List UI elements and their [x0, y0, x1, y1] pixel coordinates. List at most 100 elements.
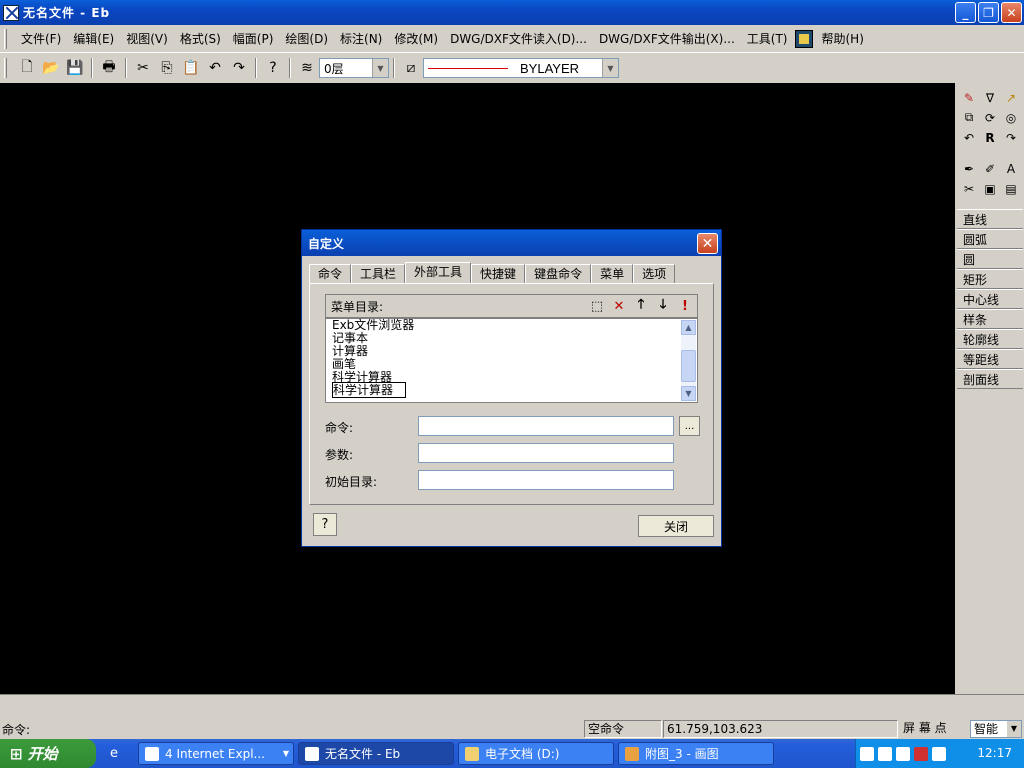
cmd-line[interactable]: 直线: [957, 209, 1023, 229]
dialog-title-bar[interactable]: 自定义: [302, 230, 721, 256]
start-button[interactable]: ⊞ 开始: [0, 739, 96, 768]
tab-shortcuts[interactable]: 快捷键: [471, 264, 526, 283]
print-icon[interactable]: 🖶: [98, 57, 120, 79]
params-field[interactable]: [418, 443, 674, 463]
cmd-offset[interactable]: 等距线: [957, 349, 1023, 369]
exclamation-icon[interactable]: !: [677, 298, 693, 314]
tab-toolbars[interactable]: 工具栏: [351, 264, 406, 283]
cmd-rectangle[interactable]: 矩形: [957, 269, 1023, 289]
command-field[interactable]: [418, 416, 674, 436]
chevron-down-icon[interactable]: ▼: [372, 59, 388, 77]
list-scrollbar[interactable]: ▲ ▼: [681, 320, 696, 401]
menu-modify[interactable]: 修改(M): [388, 28, 444, 50]
network-icon[interactable]: [878, 746, 892, 761]
text-icon[interactable]: A: [1001, 159, 1021, 178]
task-paint[interactable]: 附图_3 - 画图: [618, 742, 774, 765]
command-prompt[interactable]: 命令:: [2, 721, 30, 738]
paste-icon[interactable]: 📋: [180, 57, 202, 79]
cmd-arc[interactable]: 圆弧: [957, 229, 1023, 249]
cmd-centerline[interactable]: 中心线: [957, 289, 1023, 309]
task-explorer-folder[interactable]: 电子文档 (D:): [458, 742, 614, 765]
close-window-button[interactable]: ✕: [1001, 2, 1022, 23]
arrow-icon[interactable]: ↗: [1001, 88, 1021, 107]
ie-quicklaunch-icon[interactable]: e: [104, 744, 124, 764]
pen-icon[interactable]: ✒: [959, 159, 979, 178]
dialog-close-button[interactable]: ✕: [697, 233, 718, 254]
menu-file[interactable]: 文件(F): [15, 28, 67, 50]
minimize-button[interactable]: _: [955, 2, 976, 23]
volume-icon[interactable]: [896, 746, 910, 761]
layer-select[interactable]: 0层 ▼: [319, 58, 389, 78]
fillet-icon[interactable]: ∇: [980, 88, 1000, 107]
menu-dimension[interactable]: 标注(N): [334, 28, 388, 50]
chevron-down-icon[interactable]: ▼: [1007, 721, 1021, 737]
attach-icon[interactable]: ▤: [1001, 179, 1021, 198]
rotate-icon[interactable]: ⟳: [980, 108, 1000, 127]
menu-draw[interactable]: 绘图(D): [279, 28, 334, 50]
menu-dwg-import[interactable]: DWG/DXF文件读入(D)...: [444, 28, 593, 50]
browse-button[interactable]: ...: [679, 416, 700, 436]
new-item-icon[interactable]: ⬚: [589, 298, 605, 314]
linetype-icon[interactable]: ⧄: [400, 57, 422, 79]
cmd-contour[interactable]: 轮廓线: [957, 329, 1023, 349]
menu-edit[interactable]: 编辑(E): [67, 28, 120, 50]
r-icon[interactable]: R: [980, 128, 1000, 147]
list-item[interactable]: 计算器: [326, 345, 697, 358]
scroll-thumb[interactable]: [681, 350, 696, 382]
move-down-icon[interactable]: 🡓: [655, 297, 671, 314]
menu-directory-list[interactable]: Exb文件浏览器 记事本 计算器 画笔 科学计算器 科学计算器 ▲ ▼: [325, 318, 698, 403]
list-item[interactable]: Exb文件浏览器: [326, 319, 697, 332]
restore-button[interactable]: ❐: [978, 2, 999, 23]
redo-icon[interactable]: ↷: [228, 57, 250, 79]
cmd-spline[interactable]: 样条: [957, 309, 1023, 329]
tab-commands[interactable]: 命令: [309, 264, 352, 283]
cut-icon[interactable]: ✂: [132, 57, 154, 79]
list-item[interactable]: 记事本: [326, 332, 697, 345]
toolbar-grip[interactable]: [4, 58, 7, 78]
menu-help[interactable]: 帮助(H): [815, 28, 869, 50]
menubar-grip[interactable]: [4, 28, 7, 49]
tab-keyboard-commands[interactable]: 键盘命令: [525, 264, 592, 283]
ime-icon[interactable]: [860, 746, 874, 761]
undo-icon[interactable]: ↶: [959, 128, 979, 147]
security-icon[interactable]: [932, 746, 946, 761]
trim-icon[interactable]: ✂: [959, 179, 979, 198]
snap-mode-select[interactable]: 智能 ▼: [970, 720, 1022, 738]
menu-view[interactable]: 视图(V): [120, 28, 174, 50]
menu-sheet[interactable]: 幅面(P): [227, 28, 280, 50]
cmd-circle[interactable]: 圆: [957, 249, 1023, 269]
new-file-icon[interactable]: 🗋: [16, 57, 38, 79]
plugin-icon[interactable]: [795, 29, 814, 48]
save-icon[interactable]: 💾: [64, 57, 86, 79]
close-button[interactable]: 关闭: [638, 515, 714, 537]
init-dir-field[interactable]: [418, 470, 674, 490]
open-folder-icon[interactable]: 📂: [40, 57, 62, 79]
tab-external-tools[interactable]: 外部工具: [405, 262, 472, 283]
linetype-select[interactable]: BYLAYER ▼: [423, 58, 619, 78]
tab-options[interactable]: 选项: [633, 264, 676, 283]
task-internet-explorer[interactable]: 4 Internet Expl... ▼: [138, 742, 294, 765]
delete-icon[interactable]: ✕: [611, 298, 627, 314]
cmd-hatch[interactable]: 剖面线: [957, 369, 1023, 389]
menu-format[interactable]: 格式(S): [174, 28, 227, 50]
eraser-icon[interactable]: ✎: [959, 88, 979, 107]
redo-icon[interactable]: ↷: [1001, 128, 1021, 147]
menu-tools[interactable]: 工具(T): [741, 28, 794, 50]
undo-icon[interactable]: ↶: [204, 57, 226, 79]
scale-icon[interactable]: ◎: [1001, 108, 1021, 127]
menu-dwg-export[interactable]: DWG/DXF文件输出(X)...: [593, 28, 741, 50]
edit-icon[interactable]: ✐: [980, 159, 1000, 178]
list-item-editing[interactable]: 科学计算器: [326, 382, 697, 398]
tab-menu[interactable]: 菜单: [591, 264, 634, 283]
scroll-up-icon[interactable]: ▲: [681, 320, 696, 335]
move-up-icon[interactable]: 🡑: [633, 297, 649, 314]
chevron-down-icon[interactable]: ▼: [602, 59, 618, 77]
list-item-edit-box[interactable]: 科学计算器: [332, 382, 407, 398]
task-eb[interactable]: 无名文件 - Eb: [298, 742, 454, 765]
antivirus-icon[interactable]: [914, 746, 928, 761]
layers-icon[interactable]: ≋: [296, 57, 318, 79]
context-help-button[interactable]: ?: [313, 513, 337, 536]
copy-icon[interactable]: ⎘: [156, 57, 178, 79]
block-icon[interactable]: ▣: [980, 179, 1000, 198]
copy-icon[interactable]: ⧉: [959, 108, 979, 127]
